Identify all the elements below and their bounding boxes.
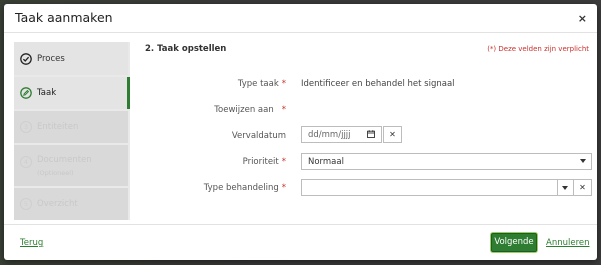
toewijzen-label: Toewijzen aan *	[214, 105, 286, 115]
type-behandeling-clear-button[interactable]: ✕	[573, 179, 592, 196]
vervaldatum-label: Vervaldatum	[231, 131, 286, 141]
modal-title: Taak aanmaken	[15, 10, 113, 25]
calendar-icon[interactable]	[367, 130, 375, 138]
vervaldatum-placeholder: dd/mm/jjjj	[308, 130, 351, 140]
task-create-modal: Taak aanmaken × Proces Taak 3 Entiteiten…	[4, 4, 597, 260]
required-marker: *	[281, 157, 286, 167]
step-label-overzicht: Overzicht	[37, 199, 78, 209]
close-icon[interactable]: ×	[578, 12, 587, 25]
type-behandeling-select[interactable]	[301, 179, 558, 196]
steps-sidebar: Proces Taak 3 Entiteiten 4 Documenten (O…	[14, 42, 130, 220]
required-marker: *	[281, 79, 286, 89]
form-content: 2. Taak opstellen (*) Deze velden zijn v…	[131, 34, 597, 224]
type-behandeling-label-text: Type behandeling	[203, 183, 279, 193]
prioriteit-label-text: Prioriteit	[242, 157, 279, 167]
chevron-down-icon	[562, 186, 568, 190]
section-title: 2. Taak opstellen	[145, 44, 227, 54]
check-circle-icon	[20, 53, 32, 65]
step-label-proces: Proces	[37, 54, 65, 64]
step-number-icon: 5	[20, 198, 32, 210]
step-proces[interactable]: Proces	[14, 42, 128, 75]
step-label-taak: Taak	[37, 88, 57, 98]
type-taak-label: Type taak *	[238, 79, 286, 89]
step-entiteiten[interactable]: 3 Entiteiten	[14, 111, 128, 143]
step-overzicht[interactable]: 5 Overzicht	[14, 188, 128, 220]
vervaldatum-clear-button[interactable]: ✕	[383, 126, 402, 143]
chevron-down-icon	[580, 159, 586, 163]
step-number-icon: 3	[20, 121, 32, 133]
next-button[interactable]: Volgende	[491, 233, 537, 252]
step-taak[interactable]: Taak	[14, 77, 130, 109]
step-documenten[interactable]: 4 Documenten (Optioneel)	[14, 145, 128, 186]
pencil-circle-icon	[20, 87, 32, 99]
type-taak-label-text: Type taak	[237, 79, 279, 89]
cancel-link[interactable]: Annuleren	[546, 238, 590, 248]
prioriteit-value: Normaal	[308, 157, 344, 167]
prioriteit-select[interactable]: Normaal	[301, 153, 592, 170]
toewijzen-label-text: Toewijzen aan	[214, 105, 274, 115]
step-number-icon: 4	[20, 156, 32, 168]
required-note: (*) Deze velden zijn verplicht	[487, 45, 589, 53]
step-label-documenten: Documenten	[37, 155, 92, 165]
modal-footer: Terug Volgende Annuleren	[4, 224, 597, 260]
step-sublabel-documenten: (Optioneel)	[37, 169, 74, 177]
prioriteit-label: Prioriteit *	[243, 157, 286, 167]
step-label-entiteiten: Entiteiten	[37, 122, 79, 132]
back-link[interactable]: Terug	[20, 238, 43, 248]
vervaldatum-input[interactable]: dd/mm/jjjj	[301, 126, 382, 143]
type-behandeling-dropdown-button[interactable]	[557, 179, 574, 196]
required-marker: *	[281, 183, 286, 193]
type-taak-value: Identificeer en behandel het signaal	[301, 79, 455, 89]
modal-header: Taak aanmaken ×	[4, 4, 597, 33]
required-marker: *	[281, 105, 286, 115]
type-behandeling-label: Type behandeling *	[204, 183, 286, 193]
